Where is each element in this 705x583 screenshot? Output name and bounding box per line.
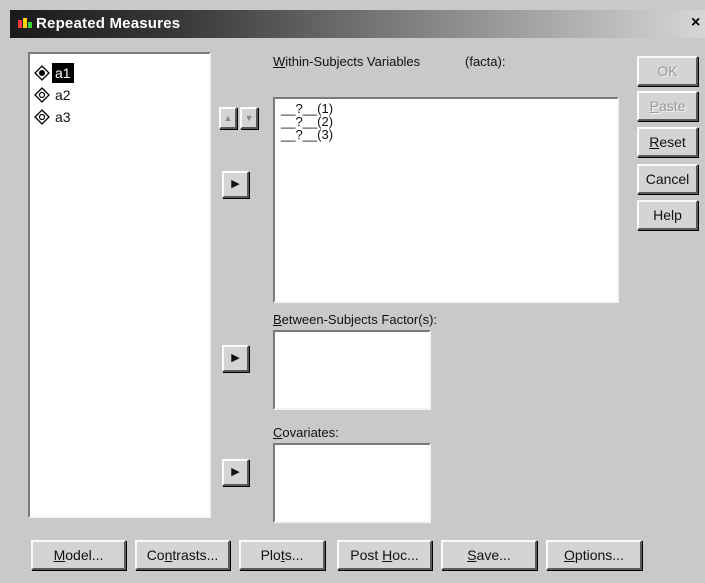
scale-variable-icon — [34, 109, 50, 126]
within-subjects-list[interactable]: __?__(1) __?__(2) __?__(3) — [273, 97, 619, 303]
covariates-list[interactable] — [273, 443, 431, 523]
arrow-right-icon: ▶ — [231, 352, 240, 364]
arrow-down-icon: ▼ — [244, 113, 254, 123]
list-item[interactable]: a1 — [34, 62, 74, 84]
move-up-button[interactable]: ▲ — [219, 107, 237, 129]
between-subjects-label: Between-Subjects Factor(s): — [273, 312, 438, 327]
repeated-measures-icon — [18, 18, 32, 28]
factor-name-label: (facta): — [465, 54, 506, 69]
source-variable-list[interactable]: a1 a2 a3 — [28, 52, 211, 518]
close-icon[interactable]: × — [691, 14, 705, 32]
paste-button[interactable]: Paste — [637, 91, 698, 121]
within-subjects-label: Within-Subjects Variables — [273, 54, 421, 69]
list-item[interactable]: a3 — [34, 106, 74, 126]
arrow-right-icon: ▶ — [231, 466, 240, 478]
post-hoc-button[interactable]: Post Hoc... — [337, 540, 432, 570]
options-button[interactable]: Options... — [546, 540, 642, 570]
ok-button[interactable]: OK — [637, 56, 698, 86]
between-subjects-list[interactable] — [273, 330, 431, 410]
variable-label: a3 — [55, 109, 71, 126]
cancel-button[interactable]: Cancel — [637, 164, 698, 194]
reset-button[interactable]: Reset — [637, 127, 698, 157]
variable-label: a2 — [55, 87, 71, 104]
model-button[interactable]: Model... — [31, 540, 126, 570]
scale-variable-icon — [34, 65, 50, 82]
arrow-up-icon: ▲ — [223, 113, 233, 123]
window-title: Repeated Measures — [36, 15, 181, 32]
help-button[interactable]: Help — [637, 200, 698, 230]
move-to-between-button[interactable]: ▶ — [222, 345, 249, 372]
list-item[interactable]: a2 — [34, 84, 74, 104]
plots-button[interactable]: Plots... — [239, 540, 325, 570]
move-down-button[interactable]: ▼ — [240, 107, 258, 129]
scale-variable-icon — [34, 87, 50, 104]
move-to-within-button[interactable]: ▶ — [222, 171, 249, 198]
repeated-measures-dialog: Repeated Measures × a1 a2 a3 Within-Subj… — [0, 0, 705, 583]
save-button[interactable]: Save... — [441, 540, 537, 570]
arrow-right-icon: ▶ — [231, 178, 240, 190]
variable-label: a1 — [52, 63, 74, 84]
contrasts-button[interactable]: Contrasts... — [135, 540, 230, 570]
move-to-covariates-button[interactable]: ▶ — [222, 459, 249, 486]
title-bar[interactable]: Repeated Measures × — [10, 10, 705, 38]
list-item[interactable]: __?__(3) — [281, 128, 333, 141]
covariates-label: Covariates: — [273, 425, 339, 440]
